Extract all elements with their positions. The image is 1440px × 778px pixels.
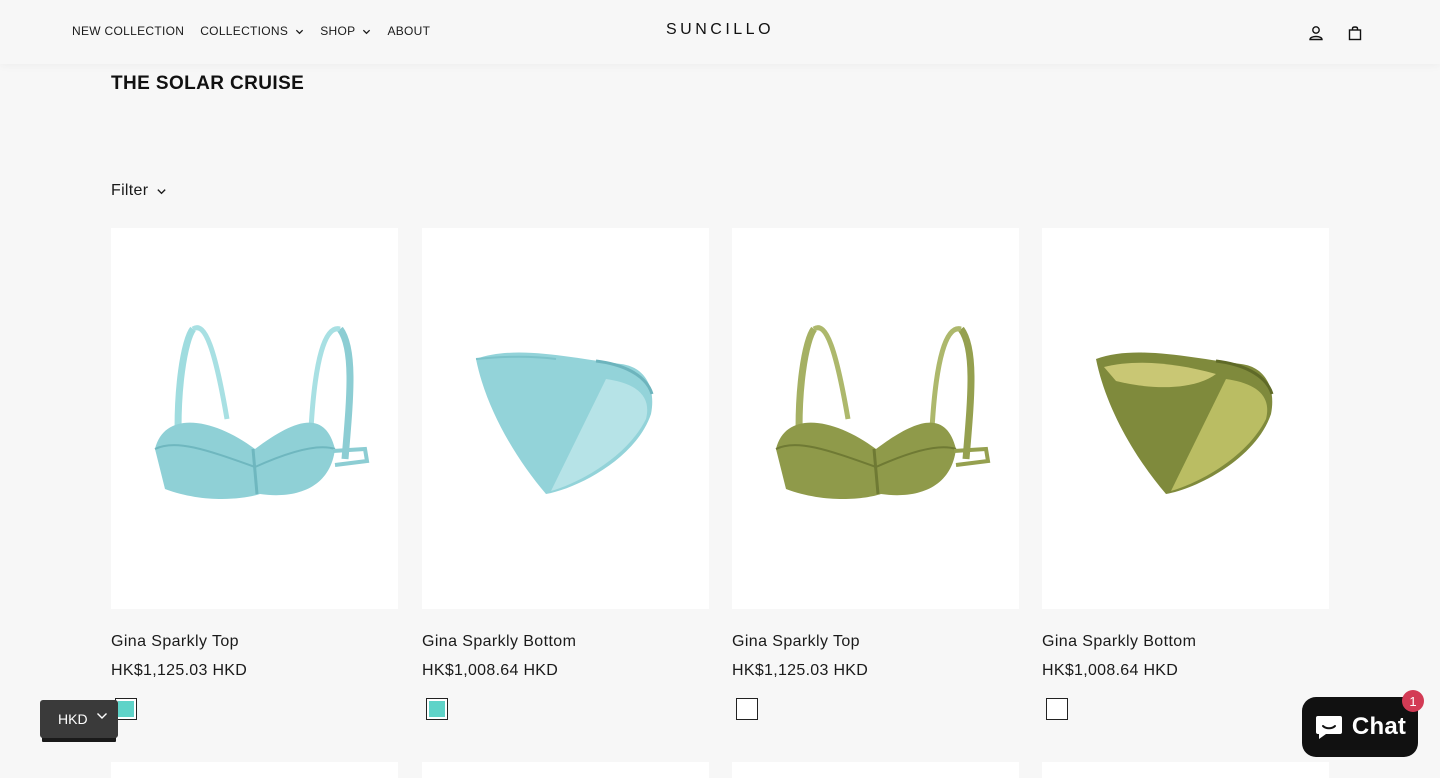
currency-selector[interactable]: HKD [40,700,118,738]
color-swatch[interactable] [736,698,758,720]
product-card: Gina Sparkly Top HK$1,125.03 HKD [732,228,1019,720]
product-card: Gina Sparkly Bottom HK$1,008.64 HKD [1042,228,1329,720]
bikini-bottom-icon [1095,352,1273,494]
chevron-down-icon [157,188,167,194]
product-price: HK$1,008.64 HKD [422,662,559,679]
product-card: Gina Sparkly Top HK$1,125.03 HKD [111,228,398,720]
site-header: NEW COLLECTION COLLECTIONS SHOP ABOUT SU… [0,0,1440,64]
product-card-next [732,762,1019,778]
chat-bubble-icon [1315,716,1342,739]
header-actions [1286,24,1364,42]
product-price: HK$1,125.03 HKD [732,662,869,679]
chat-label: Chat [1351,713,1407,740]
product-name[interactable]: Gina Sparkly Top [732,633,860,651]
product-name[interactable]: Gina Sparkly Top [111,633,239,651]
site-logo[interactable]: SUNCILLO [0,21,1440,39]
chat-notification-badge: 1 [1402,690,1424,712]
product-image[interactable] [732,228,1019,609]
product-image[interactable] [422,228,709,609]
filter-toggle[interactable]: Filter [111,182,167,200]
product-card-next [422,762,709,778]
color-swatch[interactable] [1046,698,1068,720]
bikini-top-icon [775,324,990,499]
product-card-next [1042,762,1329,778]
chat-button[interactable]: Chat [1302,697,1418,757]
color-swatch[interactable] [426,698,448,720]
product-image[interactable] [1042,228,1329,609]
color-swatch[interactable] [115,698,137,720]
cart-icon[interactable] [1346,24,1364,42]
account-icon[interactable] [1307,24,1325,42]
bikini-bottom-icon [475,352,653,494]
page-title: THE SOLAR CRUISE [111,73,305,94]
bikini-top-icon [154,324,369,499]
product-price: HK$1,008.64 HKD [1042,662,1179,679]
product-price: HK$1,125.03 HKD [111,662,248,679]
product-name[interactable]: Gina Sparkly Bottom [422,633,576,651]
product-name[interactable]: Gina Sparkly Bottom [1042,633,1196,651]
product-card: Gina Sparkly Bottom HK$1,008.64 HKD [422,228,709,720]
product-card-next [111,762,398,778]
chevron-down-icon [97,713,107,719]
filter-label: Filter [111,182,149,199]
currency-value: HKD [58,711,88,727]
product-image[interactable] [111,228,398,609]
